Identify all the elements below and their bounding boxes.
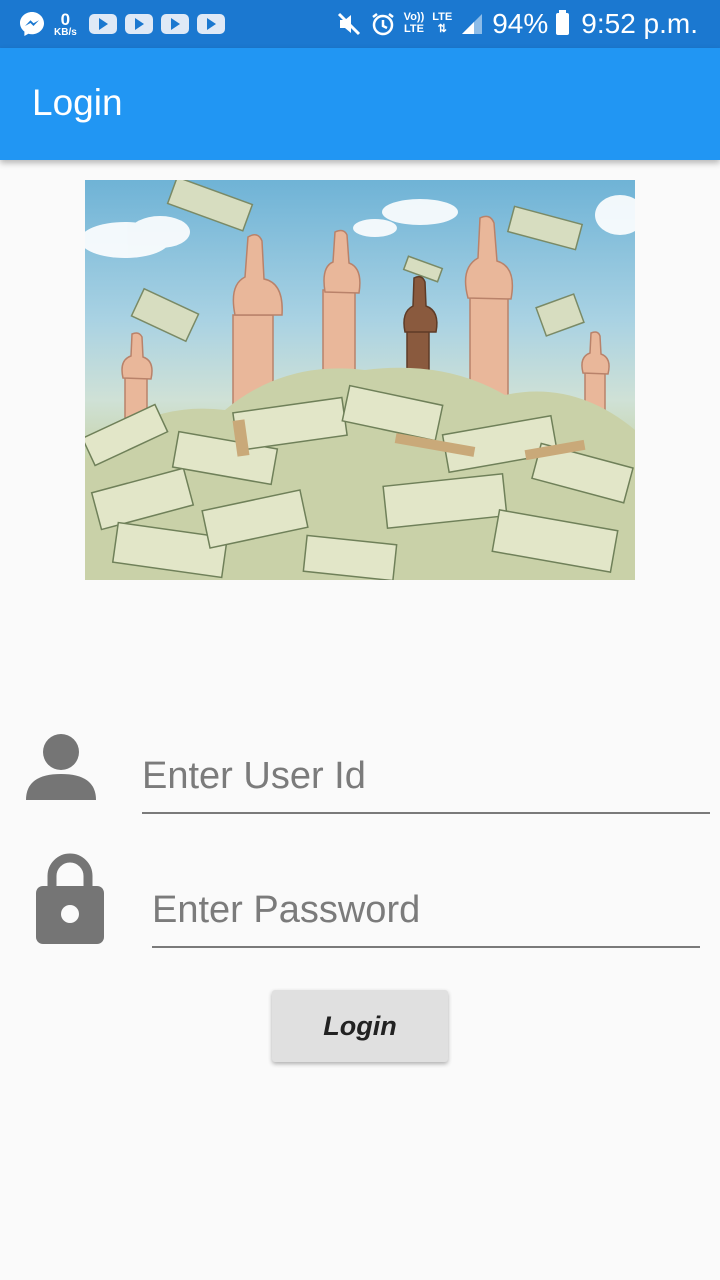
person-icon [26, 734, 96, 800]
status-bar-right: Vo)) LTE LTE ⇅ 94% 9:52 p.m. [336, 6, 698, 42]
mute-icon [337, 12, 360, 36]
lte-indicator: LTE ⇅ [432, 12, 452, 35]
signal-icon [462, 14, 483, 34]
youtube-icon [88, 14, 117, 34]
data-arrows-icon: ⇅ [437, 23, 447, 35]
net-speed-unit: KB/s [54, 26, 77, 38]
battery-icon [556, 10, 570, 35]
battery-percentage: 94% [492, 8, 549, 39]
messenger-icon [20, 12, 44, 36]
youtube-icon [124, 14, 153, 34]
volte-bottom: LTE [403, 23, 424, 35]
login-button[interactable]: Login [272, 990, 448, 1062]
status-bar: 0 KB/s Vo)) LTE LTE ⇅ 94% 9:52 p.m. [0, 0, 720, 48]
password-input[interactable] [152, 874, 700, 948]
user-id-input[interactable] [142, 740, 710, 814]
net-speed-value: 0 [60, 9, 71, 29]
money-thumbs-up-illustration [85, 180, 635, 580]
alarm-icon [371, 13, 394, 36]
volte-indicator: Vo)) LTE [404, 12, 425, 35]
net-speed: 0 KB/s [54, 11, 77, 38]
status-clock: 9:52 p.m. [581, 8, 698, 39]
youtube-icon [160, 14, 189, 34]
page-title: Login [32, 82, 123, 123]
youtube-icon [196, 14, 225, 34]
status-bar-left: 0 KB/s [18, 8, 225, 40]
hero-image [85, 180, 635, 580]
app-bar: Login [0, 48, 720, 160]
lock-icon [36, 853, 104, 944]
